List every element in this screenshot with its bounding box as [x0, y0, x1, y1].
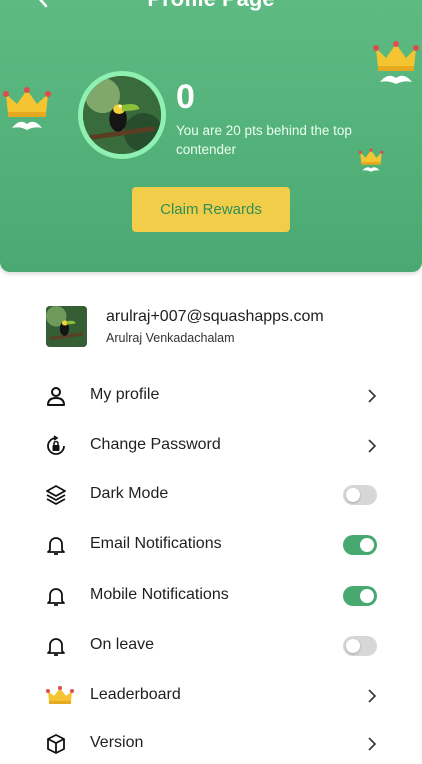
email-notifications-toggle[interactable]	[343, 535, 377, 555]
toggle-knob	[360, 589, 374, 603]
toggle-knob	[346, 639, 360, 653]
toucan-photo	[83, 76, 161, 154]
menu-item-label: Mobile Notifications	[90, 586, 229, 603]
crown-mustache-icon	[373, 41, 419, 84]
bell-icon	[47, 537, 65, 555]
chevron-right-icon	[368, 389, 377, 403]
user-email: arulraj+007@squashapps.com	[106, 308, 324, 325]
menu-item-change-password[interactable]: Change Password	[0, 426, 422, 466]
menu-item-email-notifications: Email Notifications	[0, 525, 422, 565]
menu-item-label: Leaderboard	[90, 686, 181, 703]
avatar	[46, 306, 87, 347]
profile-header: Profile Page 0 You are 20 pts behind the	[0, 0, 422, 272]
points-value: 0	[176, 78, 195, 116]
bell-icon	[47, 638, 65, 656]
crown-mustache-icon	[3, 87, 51, 130]
page-title: Profile Page	[0, 0, 422, 12]
mobile-notifications-toggle[interactable]	[343, 586, 377, 606]
menu-item-label: Version	[90, 734, 144, 751]
cube-icon	[47, 734, 65, 754]
behind-text: You are 20 pts behind the top contender	[176, 123, 352, 157]
menu-item-my-profile[interactable]: My profile	[0, 376, 422, 416]
bell-icon	[47, 588, 65, 606]
toggle-knob	[346, 488, 360, 502]
menu-item-label: On leave	[90, 636, 155, 653]
crown-mustache-icon	[358, 148, 384, 172]
menu-item-version[interactable]: Version	[0, 724, 422, 764]
chevron-right-icon	[368, 689, 377, 703]
menu-item-mobile-notifications: Mobile Notifications	[0, 576, 422, 616]
layers-icon	[46, 485, 66, 505]
menu-item-label: Email Notifications	[90, 535, 222, 552]
menu-item-label: Dark Mode	[90, 485, 169, 502]
dark-mode-toggle[interactable]	[343, 485, 377, 505]
on-leave-toggle[interactable]	[343, 636, 377, 656]
menu-item-label: Change Password	[90, 436, 221, 453]
profile-avatar[interactable]	[78, 71, 166, 159]
chevron-right-icon	[368, 439, 377, 453]
user-account-row: arulraj+007@squashapps.com Arulraj Venka…	[46, 306, 386, 350]
crown-icon	[46, 686, 74, 704]
user-name: Arulraj Venkadachalam	[106, 331, 235, 345]
claim-rewards-button[interactable]: Claim Rewards	[132, 187, 290, 232]
lock-rotate-icon	[47, 435, 65, 455]
menu-item-dark-mode: Dark Mode	[0, 475, 422, 515]
menu-item-on-leave: On leave	[0, 626, 422, 666]
person-icon	[47, 387, 65, 406]
menu-item-leaderboard[interactable]: Leaderboard	[0, 676, 422, 716]
menu-item-label: My profile	[90, 386, 160, 403]
toggle-knob	[360, 538, 374, 552]
